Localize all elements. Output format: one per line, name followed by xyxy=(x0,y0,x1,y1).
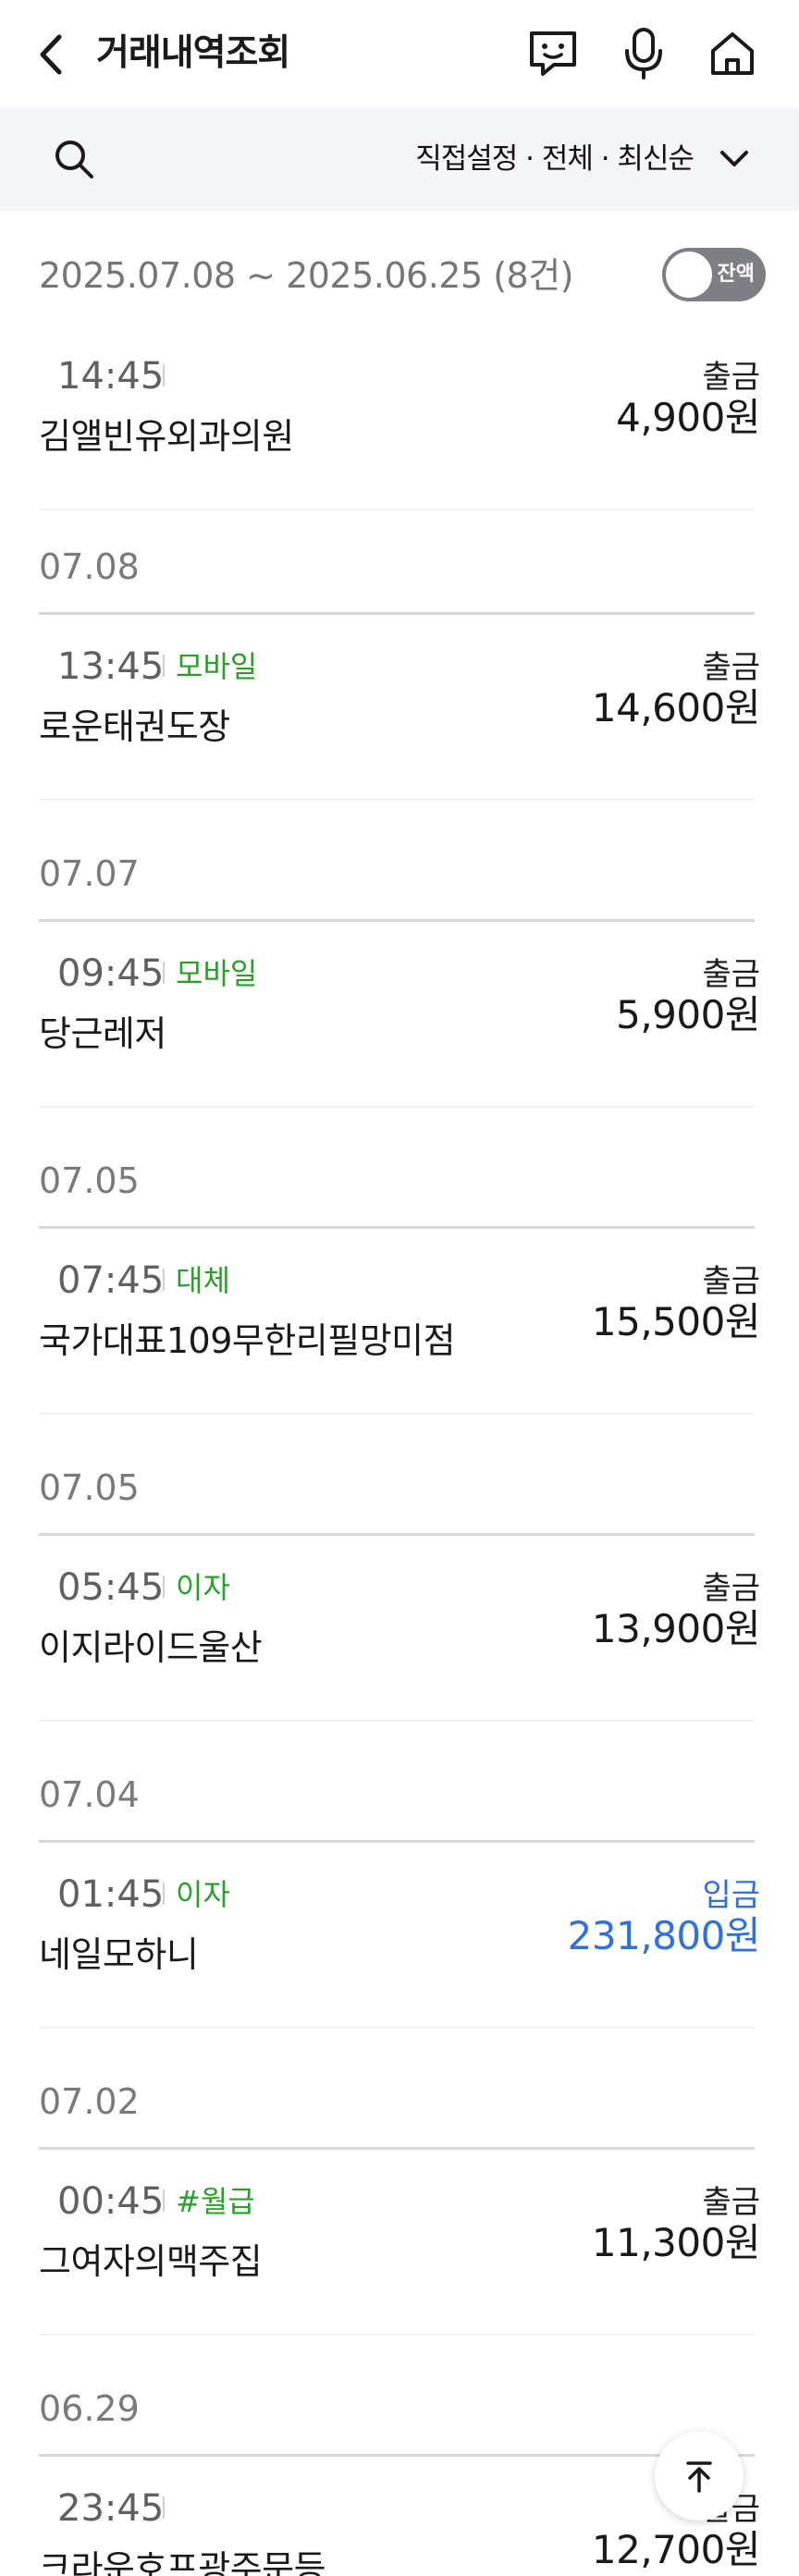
time-tag-separator xyxy=(163,1576,165,1598)
transaction-tag: 이자 xyxy=(176,1570,230,1605)
toggle-knob xyxy=(666,251,712,298)
transaction-row[interactable]: 01:45 이자 네일모하니 입금 231,800원 xyxy=(0,1862,799,2029)
transaction-time: 00:45 xyxy=(57,2180,165,2223)
transaction-name: 네일모하니 xyxy=(39,1934,199,1975)
home-icon xyxy=(711,32,754,75)
transaction-amount: 14,600원 xyxy=(591,685,761,730)
filter-bar: 직접설정 · 전체 · 최신순 xyxy=(0,107,799,211)
transaction-name: 그여자의맥주집 xyxy=(39,2241,263,2282)
transaction-row[interactable]: 09:45 모바일 당근레저 출금 5,900원 xyxy=(0,941,799,1108)
transaction-name: 김앨빈유외과의원 xyxy=(39,416,294,457)
date-divider xyxy=(39,612,755,615)
date-header: 06.29 xyxy=(39,2388,140,2429)
chevron-down-icon xyxy=(720,151,748,166)
transaction-tag: 모바일 xyxy=(176,956,258,991)
transaction-time: 14:45 xyxy=(57,355,165,398)
date-divider xyxy=(39,2454,755,2457)
search-button[interactable] xyxy=(46,131,102,187)
transaction-tag: 대체 xyxy=(176,1263,230,1298)
date-header: 07.05 xyxy=(39,1467,140,1508)
row-divider xyxy=(39,1413,755,1415)
search-icon xyxy=(55,141,93,178)
date-divider xyxy=(39,1533,755,1536)
transaction-time: 05:45 xyxy=(57,1566,165,1609)
row-divider xyxy=(39,1720,755,1722)
row-divider xyxy=(39,799,755,801)
transaction-amount: 4,900원 xyxy=(616,395,760,440)
date-header: 07.04 xyxy=(39,1774,140,1815)
chat-bot-icon xyxy=(530,31,576,76)
transaction-tag: 이자 xyxy=(176,1877,230,1912)
transaction-time: 07:45 xyxy=(57,1259,165,1302)
transaction-row[interactable]: 00:45 #월급 그여자의맥주집 출금 11,300원 xyxy=(0,2169,799,2336)
date-divider xyxy=(39,2147,755,2150)
row-divider xyxy=(39,1106,755,1108)
home-button[interactable] xyxy=(705,26,760,81)
transaction-time: 09:45 xyxy=(57,952,165,995)
voice-search-button[interactable] xyxy=(616,26,671,81)
time-tag-separator xyxy=(163,2190,165,2212)
transaction-amount: 231,800원 xyxy=(567,1913,761,1958)
transaction-name: 크라운호프광주문등 xyxy=(39,2548,326,2576)
transaction-amount: 13,900원 xyxy=(591,1606,761,1651)
transaction-row[interactable]: 14:45 김앨빈유외과의원 출금 4,900원 xyxy=(0,344,799,510)
chat-bot-button[interactable] xyxy=(525,26,581,81)
time-tag-separator xyxy=(163,1269,165,1291)
transaction-row[interactable]: 07:45 대체 국가대표109무한리필망미점 출금 15,500원 xyxy=(0,1248,799,1415)
back-button[interactable] xyxy=(35,30,81,80)
date-header: 07.05 xyxy=(39,1160,140,1201)
time-tag-separator xyxy=(163,364,165,386)
transaction-tag: #월급 xyxy=(176,2184,255,2219)
transaction-amount: 11,300원 xyxy=(591,2220,761,2265)
row-divider xyxy=(39,2334,755,2336)
time-tag-separator xyxy=(163,1883,165,1905)
row-divider xyxy=(39,509,755,510)
date-header: 07.07 xyxy=(39,853,140,894)
transaction-name: 이지라이드울산 xyxy=(39,1627,263,1668)
transaction-amount: 12,700원 xyxy=(591,2527,761,2572)
microphone-icon xyxy=(625,28,662,80)
balance-toggle[interactable]: 잔액 xyxy=(662,248,766,301)
row-divider xyxy=(39,2027,755,2029)
arrow-up-icon xyxy=(686,2461,712,2493)
time-tag-separator xyxy=(163,655,165,677)
transaction-name: 국가대표109무한리필망미점 xyxy=(39,1320,456,1361)
transaction-amount: 5,900원 xyxy=(616,992,760,1037)
transaction-time: 13:45 xyxy=(57,645,165,688)
transaction-name: 당근레저 xyxy=(39,1013,166,1054)
balance-toggle-label: 잔액 xyxy=(717,263,755,286)
transaction-row[interactable]: 13:45 모바일 로운태권도장 출금 14,600원 xyxy=(0,634,799,801)
transaction-time: 01:45 xyxy=(57,1873,165,1916)
filter-dropdown-button[interactable] xyxy=(708,133,760,185)
filter-summary[interactable]: 직접설정 · 전체 · 최신순 xyxy=(415,133,695,185)
date-header: 07.08 xyxy=(39,546,140,587)
page-title: 거래내역조회 xyxy=(96,32,290,74)
time-tag-separator xyxy=(163,962,165,984)
date-divider xyxy=(39,1226,755,1229)
transaction-row[interactable]: 05:45 이자 이지라이드울산 출금 13,900원 xyxy=(0,1555,799,1722)
transaction-amount: 15,500원 xyxy=(591,1299,761,1344)
back-icon xyxy=(40,34,62,75)
transaction-time: 23:45 xyxy=(57,2487,165,2530)
scroll-to-top-button[interactable] xyxy=(655,2432,744,2521)
date-header: 07.02 xyxy=(39,2081,140,2122)
date-range-summary: 2025.07.08 ~ 2025.06.25 (8건) xyxy=(39,255,574,296)
transaction-tag: 모바일 xyxy=(176,649,258,684)
transaction-name: 로운태권도장 xyxy=(39,706,230,747)
date-divider xyxy=(39,1840,755,1843)
app-header: 거래내역조회 xyxy=(0,0,799,107)
date-divider xyxy=(39,919,755,922)
time-tag-separator xyxy=(163,2496,165,2519)
